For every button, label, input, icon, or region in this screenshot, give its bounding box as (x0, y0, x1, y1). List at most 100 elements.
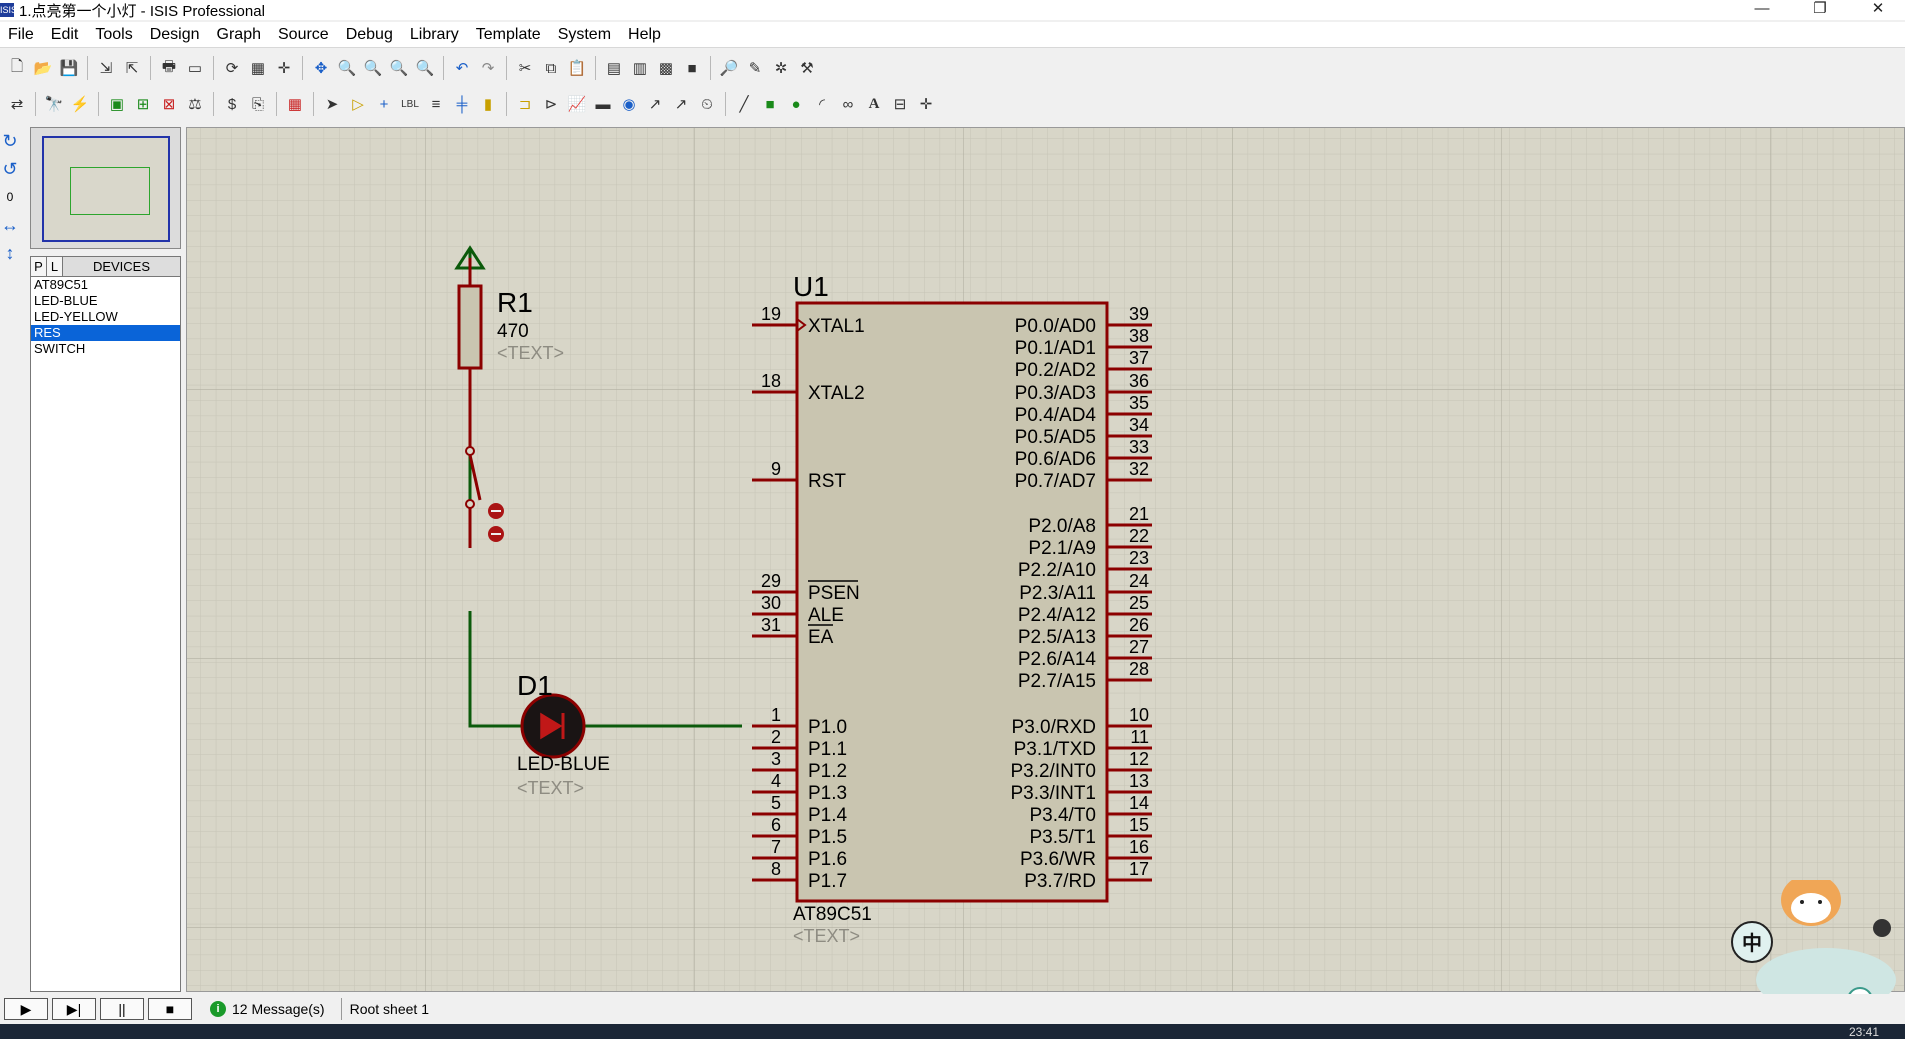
schematic-canvas[interactable]: R1 470 <TEXT> D1 LED-BLUE <TEXT> U1 AT89… (186, 127, 1905, 992)
pick-device-icon[interactable]: 🔎 (717, 56, 741, 80)
cut-icon[interactable]: ✂ (513, 56, 537, 80)
paste-icon[interactable]: 📋 (565, 56, 589, 80)
search-icon[interactable]: 🔭 (42, 92, 66, 116)
pan-icon[interactable]: ✥ (309, 56, 333, 80)
chip-u1[interactable]: U1 AT89C51 <TEXT> 19XTAL118XTAL29RST29PS… (752, 271, 1152, 946)
origin-icon[interactable]: ✛ (272, 56, 296, 80)
overview-window[interactable] (30, 127, 181, 249)
bus-icon[interactable]: ╪ (450, 92, 474, 116)
save-icon[interactable]: 💾 (57, 56, 81, 80)
graph-icon[interactable]: 📈 (565, 92, 589, 116)
subcircuit-icon[interactable]: ▮ (476, 92, 500, 116)
info-icon: i (210, 1001, 226, 1017)
instrument-icon[interactable]: ⏲ (695, 92, 719, 116)
device-item-led-yellow[interactable]: LED-YELLOW (31, 309, 180, 325)
rotation-angle-field[interactable]: 0 (0, 183, 20, 211)
box-icon[interactable]: ■ (758, 92, 782, 116)
exit-parent-icon[interactable]: ⊠ (157, 92, 181, 116)
schematic-drawing[interactable]: R1 470 <TEXT> D1 LED-BLUE <TEXT> U1 AT89… (187, 128, 1905, 992)
grid-icon[interactable]: ▦ (246, 56, 270, 80)
print-area-icon[interactable]: ▭ (183, 56, 207, 80)
menu-source[interactable]: Debug (338, 26, 402, 44)
text-icon[interactable]: A (862, 92, 886, 116)
voltage-probe-icon[interactable]: ↗ (643, 92, 667, 116)
close-button[interactable]: ✕ (1855, 0, 1901, 20)
block-delete-icon[interactable]: ■ (680, 56, 704, 80)
bom-icon[interactable]: ⚖ (183, 92, 207, 116)
menu-tools[interactable]: Design (142, 26, 209, 44)
block-move-icon[interactable]: ▥ (628, 56, 652, 80)
overview-viewport[interactable] (70, 167, 150, 215)
decompose-icon[interactable]: ⚒ (795, 56, 819, 80)
package-icon[interactable]: ✲ (769, 56, 793, 80)
redo-icon[interactable]: ↷ (476, 56, 500, 80)
current-probe-icon[interactable]: ↗ (669, 92, 693, 116)
block-copy-icon[interactable]: ▤ (602, 56, 626, 80)
netlist-icon[interactable]: ⎘ (246, 92, 270, 116)
maximize-button[interactable]: ❐ (1797, 0, 1843, 20)
play-button[interactable]: ▶ (4, 998, 48, 1020)
zoom-area-icon[interactable]: 🔍 (413, 56, 437, 80)
toolbar-separator (87, 56, 88, 80)
circle-icon[interactable]: ● (784, 92, 808, 116)
pin-icon[interactable]: ⊳ (539, 92, 563, 116)
wire-autorouter-icon[interactable]: ⇄ (5, 92, 29, 116)
path-icon[interactable]: ∞ (836, 92, 860, 116)
menu-debug[interactable]: Library (402, 26, 468, 44)
arc-icon[interactable]: ◜ (810, 92, 834, 116)
remove-sheet-icon[interactable]: ⊞ (131, 92, 155, 116)
line-icon[interactable]: ╱ (732, 92, 756, 116)
ares-icon[interactable]: ▦ (283, 92, 307, 116)
device-item-led-blue[interactable]: LED-BLUE (31, 293, 180, 309)
symbol-icon[interactable]: ⊟ (888, 92, 912, 116)
menu-view[interactable]: Edit (43, 26, 88, 44)
pause-button[interactable]: || (100, 998, 144, 1020)
open-icon[interactable]: 📂 (31, 56, 55, 80)
menu-template[interactable]: System (550, 26, 620, 44)
import-icon[interactable]: ⇲ (94, 56, 118, 80)
refresh-icon[interactable]: ⟳ (220, 56, 244, 80)
mirror-vertical-icon[interactable]: ↕ (0, 239, 20, 267)
rotate-cw-icon[interactable]: ↻ (0, 127, 20, 155)
new-icon[interactable]: 🗋 (5, 56, 29, 80)
rotate-ccw-icon[interactable]: ↺ (0, 155, 20, 183)
menu-library[interactable]: Template (468, 26, 550, 44)
undo-icon[interactable]: ↶ (450, 56, 474, 80)
export-icon[interactable]: ⇱ (120, 56, 144, 80)
select-icon[interactable]: ➤ (320, 92, 344, 116)
property-assign-icon[interactable]: ⚡ (68, 92, 92, 116)
zoom-all-icon[interactable]: 🔍 (387, 56, 411, 80)
generator-icon[interactable]: ◉ (617, 92, 641, 116)
terminal-icon[interactable]: ⊐ (513, 92, 537, 116)
message-indicator[interactable]: i 12 Message(s) (210, 1001, 325, 1017)
sticker-gear-icon[interactable] (1873, 919, 1891, 937)
menu-graph[interactable]: Source (270, 26, 338, 44)
mirror-horizontal-icon[interactable]: ↔ (0, 211, 20, 239)
menu-edit[interactable]: Tools (87, 26, 141, 44)
step-button[interactable]: ▶| (52, 998, 96, 1020)
wire-label-icon[interactable]: LBL (398, 92, 422, 116)
device-item-at89c51[interactable]: AT89C51 (31, 277, 180, 293)
device-item-res[interactable]: RES (31, 325, 180, 341)
erc-icon[interactable]: $ (220, 92, 244, 116)
pick-devices-button[interactable]: P (31, 257, 47, 276)
zoom-in-icon[interactable]: 🔍 (335, 56, 359, 80)
new-sheet-icon[interactable]: ▣ (105, 92, 129, 116)
zoom-out-icon[interactable]: 🔍 (361, 56, 385, 80)
component-icon[interactable]: ▷ (346, 92, 370, 116)
make-device-icon[interactable]: ✎ (743, 56, 767, 80)
junction-icon[interactable]: + (372, 92, 396, 116)
tape-icon[interactable]: ▬ (591, 92, 615, 116)
copy-icon[interactable]: ⧉ (539, 56, 563, 80)
print-icon[interactable]: 🖶 (157, 56, 181, 80)
menu-design[interactable]: Graph (209, 26, 270, 44)
menu-file[interactable]: File (0, 26, 43, 44)
minimize-button[interactable]: — (1739, 0, 1785, 20)
device-item-switch[interactable]: SWITCH (31, 341, 180, 357)
block-rotate-icon[interactable]: ▩ (654, 56, 678, 80)
marker-icon[interactable]: ✛ (914, 92, 938, 116)
text-script-icon[interactable]: ≡ (424, 92, 448, 116)
stop-button[interactable]: ■ (148, 998, 192, 1020)
menu-system[interactable]: Help (620, 26, 670, 44)
library-manager-button[interactable]: L (47, 257, 63, 276)
